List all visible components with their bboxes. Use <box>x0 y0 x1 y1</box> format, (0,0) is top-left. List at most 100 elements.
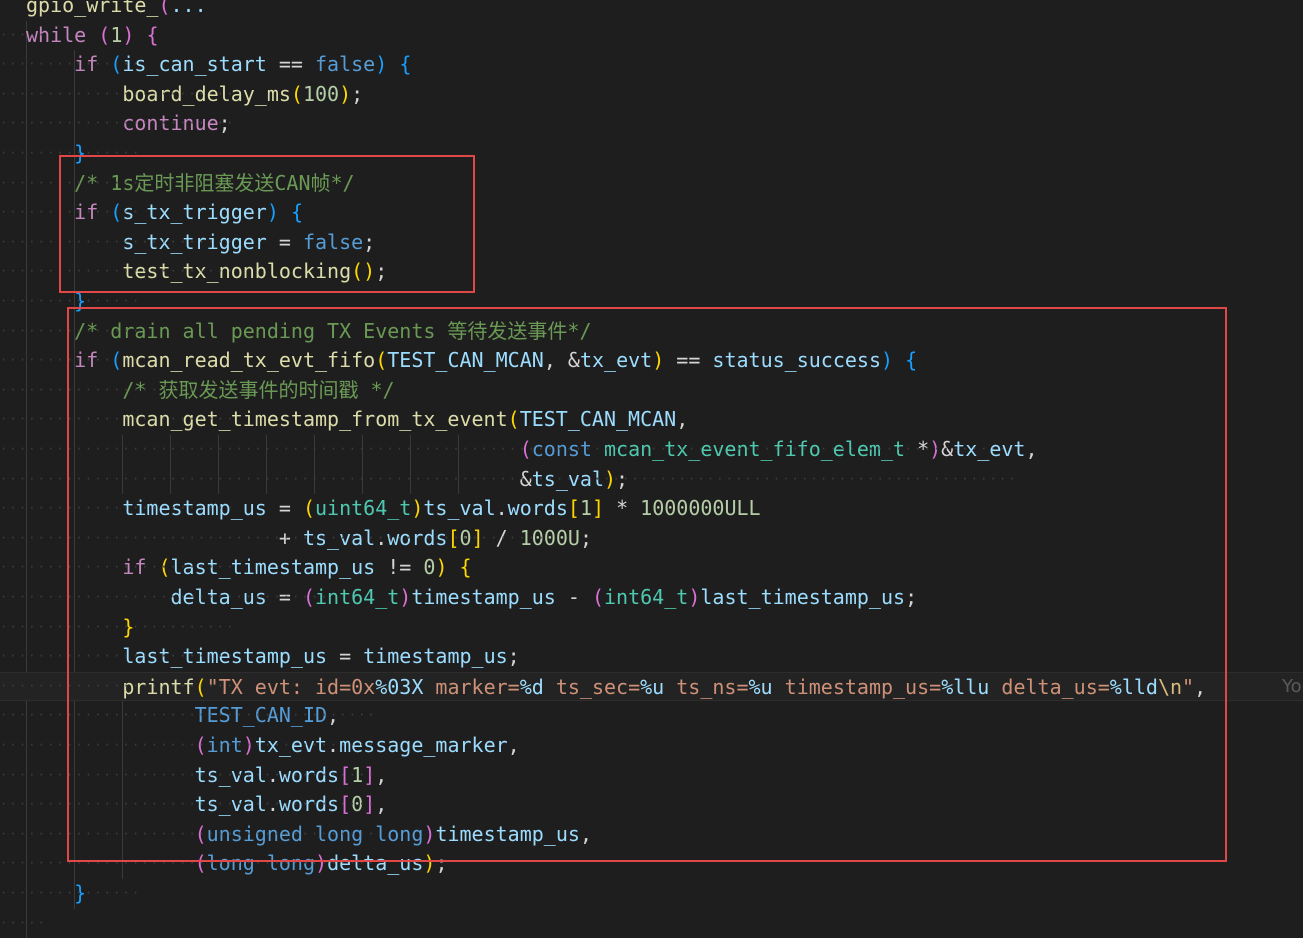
code-token: ( <box>110 200 123 225</box>
code-line[interactable]: printf("TX evt: id=0x%03X marker=%d ts_s… <box>0 671 1303 702</box>
code-token: timestamp_us <box>435 821 580 846</box>
code-line[interactable]: continue; <box>0 109 1303 139</box>
code-line[interactable]: while (1) { <box>0 21 1303 51</box>
code-token: ( <box>110 52 123 77</box>
code-token: %d <box>519 674 544 699</box>
code-token: 1 <box>110 22 123 47</box>
code-token: ( <box>519 437 532 461</box>
code-line[interactable]: if (s_tx_trigger) { <box>0 198 1303 228</box>
code-token: long <box>206 851 255 876</box>
code-line[interactable]: timestamp_us = (uint64_t)ts_val.words[1]… <box>0 494 1303 524</box>
code-line[interactable]: test_tx_nonblocking(); <box>0 257 1303 287</box>
code-text: (int)tx_evt.message_marker, <box>26 731 520 761</box>
code-token: false <box>315 52 376 77</box>
code-token: timestamp_us <box>363 644 508 669</box>
code-line[interactable]: (long long)delta_us); <box>0 849 1303 879</box>
code-token: ( <box>507 407 520 432</box>
code-token: words <box>278 792 340 817</box>
code-token: delta_us <box>26 585 267 609</box>
code-token: != <box>375 555 424 580</box>
code-text: TEST_CAN_ID, <box>26 701 340 731</box>
code-token: %u <box>640 674 665 699</box>
code-token: message_marker <box>339 733 508 757</box>
code-token: * <box>604 496 641 521</box>
code-line[interactable]: delta_us = (int64_t)timestamp_us - (int6… <box>0 583 1303 613</box>
code-token: ) <box>315 851 328 876</box>
code-token: timestamp_us= <box>772 674 942 699</box>
code-line[interactable]: } <box>0 879 1303 909</box>
code-token: if <box>26 348 99 373</box>
code-token: ... <box>170 0 207 17</box>
code-token: last_timestamp_us <box>700 585 906 609</box>
code-token: const <box>531 437 592 461</box>
code-token: if <box>26 555 147 580</box>
code-token: = <box>266 585 303 609</box>
code-token: & <box>941 437 954 461</box>
code-line[interactable]: ts_val.words[1], <box>0 761 1303 791</box>
code-token: ] <box>363 792 376 817</box>
code-text: /* drain all pending TX Events 等待发送事件*/ <box>26 317 591 347</box>
code-token: words <box>507 496 568 521</box>
code-token: ( <box>158 0 171 17</box>
code-token: mcan_tx_event_fifo_elem_t <box>604 437 906 461</box>
code-token: & <box>519 466 532 491</box>
code-token: { <box>290 200 303 225</box>
code-text: ts_val.words[1], <box>26 761 388 791</box>
code-token: [ <box>339 792 352 817</box>
code-token: } <box>26 141 87 165</box>
code-editor[interactable]: gpio_write_(... while (1) { if (is_can_st… <box>0 0 1303 938</box>
code-token: TEST_CAN_MCAN <box>387 348 544 373</box>
code-line[interactable] <box>0 909 1303 938</box>
code-line[interactable]: } <box>0 287 1303 317</box>
code-line[interactable]: } <box>0 139 1303 169</box>
code-line[interactable]: if (mcan_read_tx_evt_fifo(TEST_CAN_MCAN,… <box>0 346 1303 376</box>
code-token: { <box>146 22 159 47</box>
code-token: %llu <box>941 674 990 699</box>
code-line[interactable]: (const mcan_tx_event_fifo_elem_t *)&tx_e… <box>0 435 1303 465</box>
code-line[interactable]: mcan_get_timestamp_from_tx_event(TEST_CA… <box>0 405 1303 435</box>
code-token: . <box>495 496 508 521</box>
code-token: { <box>399 52 412 77</box>
code-token: ts_val <box>26 762 267 787</box>
code-line[interactable]: board_delay_ms(100); <box>0 80 1303 110</box>
code-line[interactable]: (int)tx_evt.message_marker, <box>0 731 1303 761</box>
code-token: ) <box>652 348 665 373</box>
code-token: board_delay_ms <box>26 81 291 106</box>
code-line[interactable]: /* 获取发送事件的时间戳 */ <box>0 376 1303 406</box>
code-token: 0 <box>459 525 472 550</box>
code-line[interactable]: last_timestamp_us = timestamp_us; <box>0 642 1303 672</box>
code-text: if (last_timestamp_us != 0) { <box>26 553 471 583</box>
code-text: ts_val.words[0], <box>26 790 388 820</box>
code-line[interactable]: if (is_can_start == false) { <box>0 50 1303 80</box>
code-token: , <box>676 407 689 432</box>
code-line[interactable]: &ts_val); <box>0 465 1303 495</box>
code-token: 1 <box>579 496 592 521</box>
code-token: + <box>26 525 303 550</box>
code-token: continue <box>26 111 219 136</box>
code-line[interactable]: /* 1s定时非阻塞发送CAN帧*/ <box>0 169 1303 199</box>
code-token: s_tx_trigger <box>26 229 267 254</box>
code-token: ) <box>242 733 255 757</box>
code-line[interactable]: /* drain all pending TX Events 等待发送事件*/ <box>0 317 1303 347</box>
code-text: continue; <box>26 109 230 139</box>
code-text: } <box>26 139 86 169</box>
code-line[interactable]: + ts_val.words[0] / 1000U; <box>0 524 1303 554</box>
code-line[interactable]: ts_val.words[0], <box>0 790 1303 820</box>
code-token: , <box>543 348 568 373</box>
code-line[interactable]: (unsigned long long)timestamp_us, <box>0 820 1303 850</box>
code-token: if <box>26 52 99 77</box>
code-token: status_success <box>712 348 881 373</box>
code-token: ) <box>688 585 701 609</box>
code-token: tx_evt <box>579 348 653 373</box>
code-token: words <box>278 762 340 787</box>
code-token: printf <box>26 674 195 699</box>
code-line[interactable]: } <box>0 613 1303 643</box>
code-line[interactable]: gpio_write_(... <box>0 0 1303 21</box>
code-token: . <box>375 525 388 550</box>
code-token: ) <box>375 52 388 77</box>
code-line[interactable]: if (last_timestamp_us != 0) { <box>0 553 1303 583</box>
code-line[interactable]: TEST_CAN_ID, <box>0 701 1303 731</box>
code-token: marker= <box>423 674 520 699</box>
code-line[interactable]: s_tx_trigger = false; <box>0 228 1303 258</box>
